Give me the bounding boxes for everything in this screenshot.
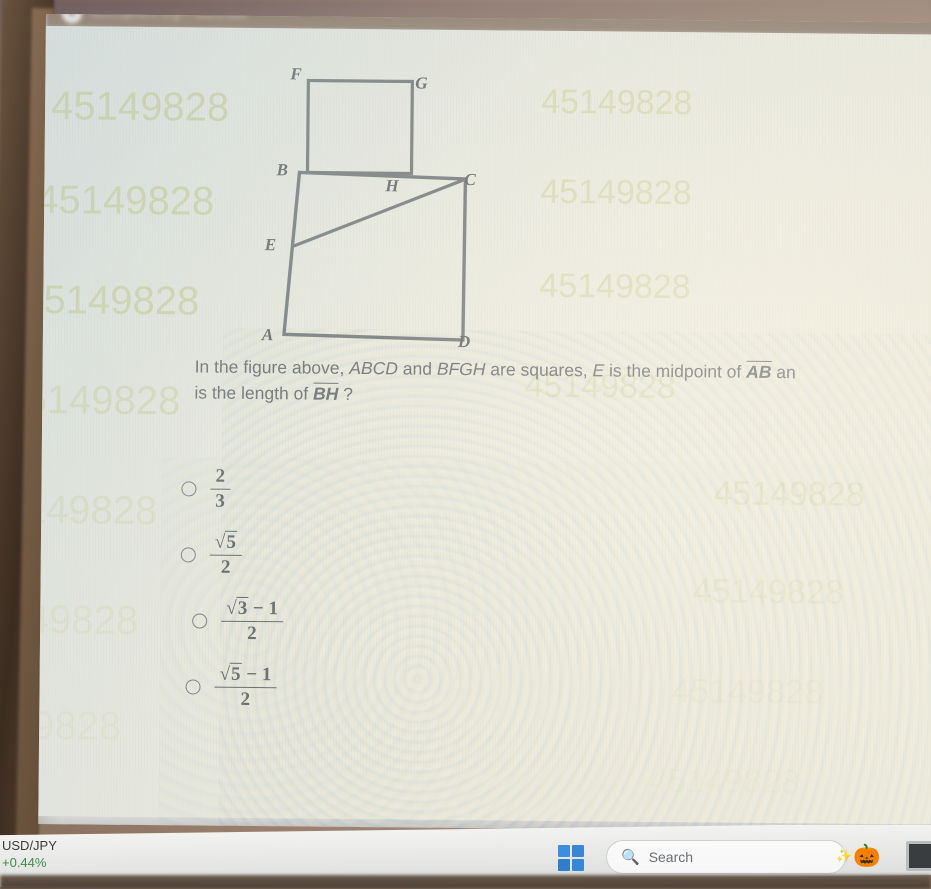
windows-taskbar[interactable]: USD/JPY +0.44% 🔍 Search ✨🎃 xyxy=(0,825,931,889)
sparkle-icon: ✨ xyxy=(836,848,853,863)
sqrt-icon: 3 xyxy=(226,597,249,620)
web-page-content: 45149828 45149828 45149828 45149828 45149828… xyxy=(38,25,931,833)
geometry-figure: F G B H C E A D xyxy=(218,50,501,363)
answer-choice[interactable]: 23 xyxy=(181,455,602,525)
address-bar-url[interactable]: fdsccuphore.org/??admmate xyxy=(90,14,248,22)
label-bfgh: BFGH xyxy=(436,358,486,380)
watermark-text: 45149828 xyxy=(648,761,801,802)
question-text-tail: an xyxy=(771,361,796,383)
fraction-numerator: 3 − 1 xyxy=(221,597,284,622)
watermark-text: 45149828 xyxy=(38,597,139,643)
watermark-text: 45149828 xyxy=(38,277,200,324)
start-tile-4 xyxy=(572,859,584,871)
taskbar-bottom-shadow xyxy=(0,875,931,889)
fraction-denominator: 2 xyxy=(220,556,231,578)
watermark-text: 45149828 xyxy=(692,572,844,612)
label-e: E xyxy=(592,360,605,381)
search-icon: 🔍 xyxy=(621,849,640,866)
vertex-label-e: E xyxy=(264,235,277,255)
watermark-text: 45149828 xyxy=(38,377,181,424)
watermark-text: 45149828 xyxy=(50,84,230,130)
radio-button[interactable] xyxy=(192,612,208,629)
watermark-text: 45149828 xyxy=(713,474,865,514)
question-text-a: In the figure above, xyxy=(194,356,350,378)
stock-ticker-widget[interactable]: USD/JPY +0.44% xyxy=(2,837,57,871)
answer-choice[interactable]: 52 xyxy=(180,521,602,591)
pumpkin-widget[interactable]: ✨🎃 xyxy=(836,843,881,872)
fraction-denominator: 2 xyxy=(247,622,257,644)
label-abcd: ABCD xyxy=(349,357,399,379)
question-text-e: is the length of xyxy=(194,382,314,404)
ticker-symbol: USD/JPY xyxy=(2,838,57,853)
search-placeholder: Search xyxy=(648,849,694,865)
question-line-2: is the length of BH ? xyxy=(194,379,931,413)
fraction-numerator: 5 xyxy=(209,530,242,556)
vertex-label-a: A xyxy=(261,325,274,345)
answer-choices[interactable]: 23523 − 125 − 12 xyxy=(179,455,602,723)
fraction-numerator: 5 − 1 xyxy=(214,663,277,688)
vertex-label-b: B xyxy=(276,160,288,180)
fraction-denominator: 2 xyxy=(240,688,251,710)
radio-button[interactable] xyxy=(181,480,197,496)
choice-fraction: 3 − 12 xyxy=(221,597,284,644)
square-abcd xyxy=(282,170,468,342)
segment-ec xyxy=(292,178,465,248)
vertex-label-f: F xyxy=(290,64,302,84)
question-text-b: and xyxy=(397,358,437,379)
geometry-figure-svg xyxy=(282,78,468,342)
vertex-label-c: C xyxy=(464,170,476,190)
fraction-numerator: 2 xyxy=(210,465,231,490)
watermark-text: 45149828 xyxy=(38,177,215,224)
choice-fraction: 5 − 12 xyxy=(214,663,277,710)
watermark-text: 45149828 xyxy=(38,487,158,534)
start-tile-2 xyxy=(572,845,584,857)
ticker-change: +0.44% xyxy=(2,855,47,870)
sqrt-icon: 5 xyxy=(220,663,242,686)
vertex-label-d: D xyxy=(457,331,471,352)
answer-choice[interactable]: 3 − 12 xyxy=(192,587,601,657)
question-text-c: are squares, xyxy=(485,359,593,381)
question-text: In the figure above, ABCD and BFGH are s… xyxy=(194,353,931,413)
watermark-text: 45149828 xyxy=(671,672,823,712)
search-box[interactable]: 🔍 Search xyxy=(606,840,846,874)
tab-favicon[interactable]: ⚙ xyxy=(61,14,83,24)
segment-ab-label: AB xyxy=(746,360,772,382)
answer-choice[interactable]: 5 − 12 xyxy=(185,653,600,723)
watermark-text: 45149828 xyxy=(540,82,693,123)
start-tile-1 xyxy=(558,845,570,857)
question-text-d: is the midpoint of xyxy=(604,360,747,382)
vertex-label-h: H xyxy=(385,176,399,196)
watermark-text: 45149828 xyxy=(540,172,692,213)
question-text-f: ? xyxy=(338,383,354,404)
watermark-text: 45149828 xyxy=(539,266,691,307)
radio-button[interactable] xyxy=(185,678,201,695)
pumpkin-icon: 🎃 xyxy=(853,843,881,868)
vertex-label-g: G xyxy=(415,73,428,93)
window-icon[interactable] xyxy=(906,841,931,871)
segment-bh-label: BH xyxy=(312,382,339,404)
radio-button[interactable] xyxy=(180,546,196,562)
choice-fraction: 23 xyxy=(210,465,231,512)
sqrt-icon: 5 xyxy=(215,530,237,554)
fraction-denominator: 3 xyxy=(215,490,225,512)
start-tile-3 xyxy=(558,859,570,871)
square-bfgh xyxy=(305,78,414,176)
photo-of-monitor: ⚙ fdsccuphore.org/??admmate 451498284514… xyxy=(0,0,931,889)
choice-fraction: 52 xyxy=(209,530,242,578)
monitor-screen: ⚙ fdsccuphore.org/??admmate 451498284514… xyxy=(38,14,931,833)
windows-start-icon[interactable] xyxy=(558,845,584,871)
watermark-text: 45149828 xyxy=(38,703,122,749)
